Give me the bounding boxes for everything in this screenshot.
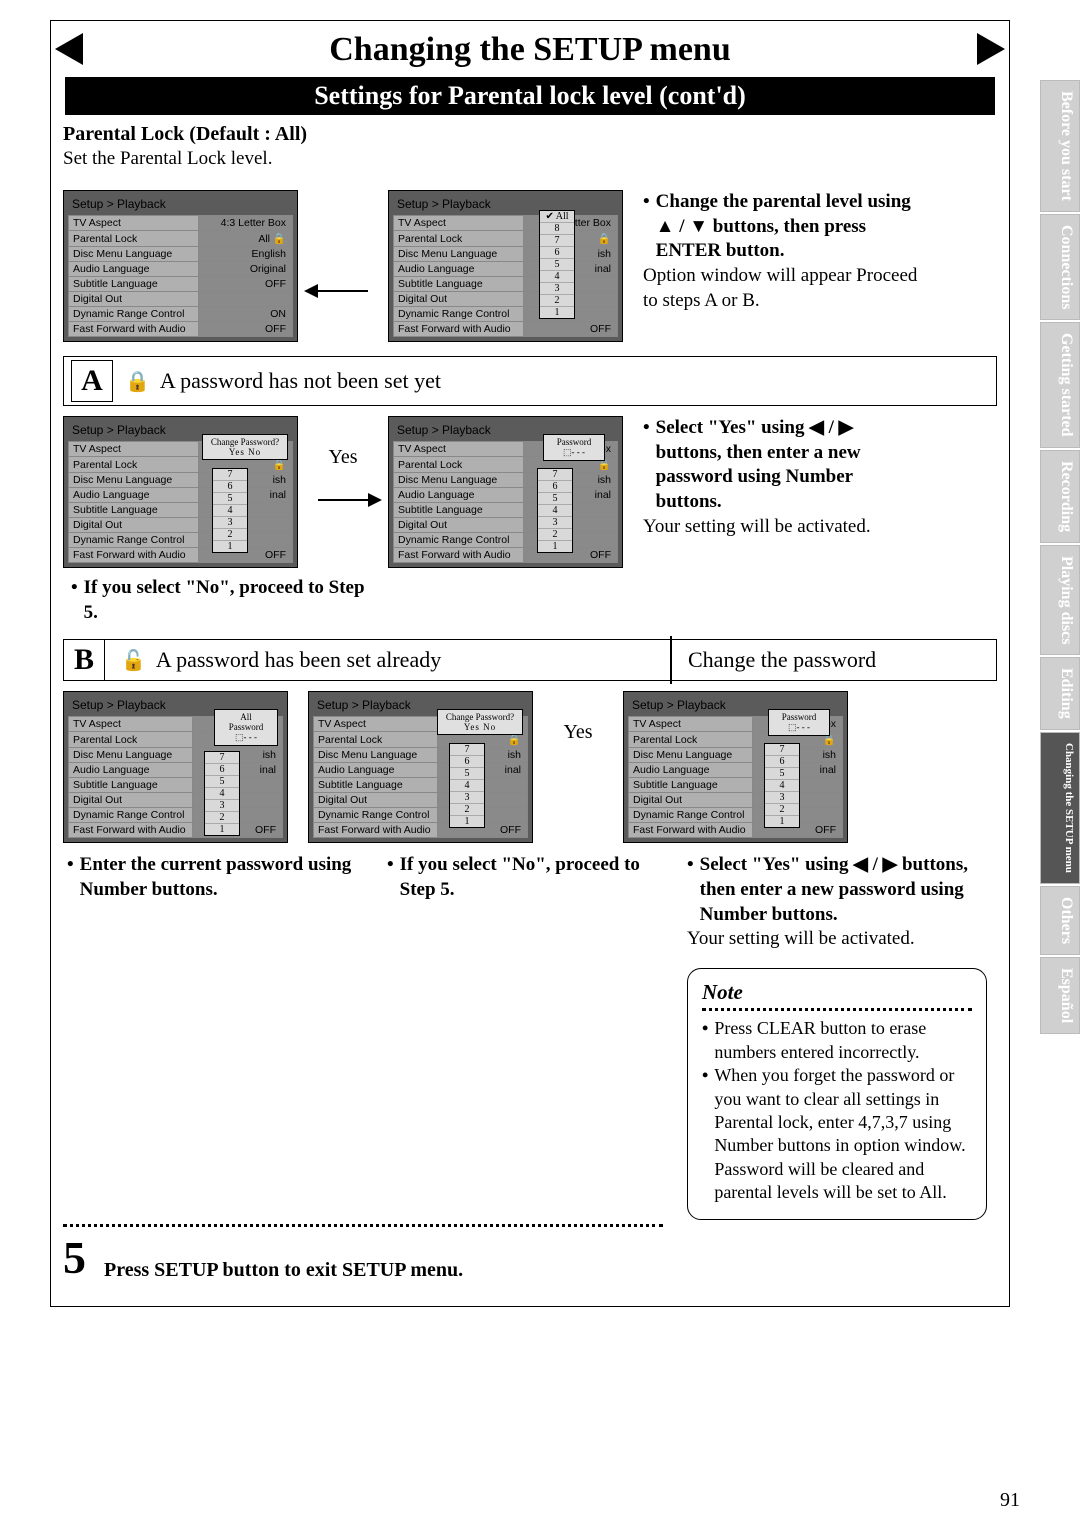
change-pw-popup: Change Password? Yes No	[437, 709, 523, 735]
intro-text: Set the Parental Lock level.	[63, 148, 997, 170]
password-popup: Password ⬚- - -	[543, 434, 605, 461]
side-tabs: Before you start Connections Getting sta…	[1040, 80, 1080, 1036]
instr-no-step5-a: •If you select "No", proceed to Step 5.	[71, 576, 371, 625]
tab-others[interactable]: Others	[1040, 886, 1080, 955]
instr-change-level: •Change the parental level using ▲ / ▼ b…	[643, 190, 923, 264]
tab-setup[interactable]: Changing the SETUP menu	[1040, 732, 1080, 884]
level-dropdown[interactable]: ✔ All87654321	[539, 210, 575, 319]
arrow-left-icon	[318, 190, 368, 292]
banner-left-chevron-icon	[55, 33, 83, 65]
instr-b-mid: •If you select "No", proceed to Step 5.	[387, 853, 667, 902]
tab-rec[interactable]: Recording	[1040, 450, 1080, 543]
instr-b-left: •Enter the current password using Number…	[67, 853, 367, 902]
step-5-text: Press SETUP button to exit SETUP menu.	[104, 1259, 463, 1282]
sub-banner: Settings for Parental lock level (cont'd…	[65, 77, 995, 115]
arrow-right-icon	[318, 499, 368, 501]
section-a-header: A 🔒 A password has not been set yet	[63, 356, 997, 406]
yes-label: Yes	[328, 446, 357, 469]
tab-play[interactable]: Playing discs	[1040, 545, 1080, 655]
level-dropdown-7[interactable]: 7654321	[212, 468, 248, 553]
intro-heading: Parental Lock (Default : All)	[63, 123, 997, 146]
password-popup: Password ⬚- - -	[768, 709, 830, 736]
level-dropdown-7[interactable]: 7654321	[537, 468, 573, 553]
tab-conn[interactable]: Connections	[1040, 214, 1080, 320]
level-dropdown-7[interactable]: 7654321	[204, 751, 240, 836]
instr-option: Option window will appear Proceed to ste…	[643, 264, 923, 313]
tab-before[interactable]: Before you start	[1040, 80, 1080, 212]
page-number: 91	[1000, 1489, 1020, 1512]
setup-box-2: Setup > Playback TV Aspectetter BoxParen…	[388, 190, 623, 342]
step-5-number: 5	[63, 1231, 86, 1284]
lock-icon: 🔒	[125, 369, 150, 394]
level-dropdown-7[interactable]: 7654321	[449, 743, 485, 828]
setup-box-1: Setup > Playback TV Aspect4:3 Letter Box…	[63, 190, 298, 342]
instr-a-activated: Your setting will be activated.	[643, 515, 923, 540]
breadcrumb: Setup > Playback	[72, 197, 289, 211]
tab-start[interactable]: Getting started	[1040, 322, 1080, 448]
instr-b-right2: Your setting will be activated.	[687, 927, 987, 952]
yes-label: Yes	[563, 721, 592, 744]
level-dropdown-7[interactable]: 7654321	[764, 743, 800, 828]
note-title: Note	[702, 979, 972, 1006]
banner-right-chevron-icon	[977, 33, 1005, 65]
breadcrumb: Setup > Playback	[397, 197, 614, 211]
setup-table: TV Aspect4:3 Letter BoxParental LockAll …	[68, 215, 293, 337]
header-divider	[670, 636, 672, 684]
tab-esp[interactable]: Español	[1040, 957, 1080, 1034]
section-a-letter: A	[71, 360, 113, 402]
instr-a-select-yes: •Select "Yes" using ◀ / ▶ buttons, then …	[643, 416, 923, 515]
change-pw-popup: Change Password? Yes No	[202, 434, 288, 460]
section-b-header: B 🔓 A password has been set already Chan…	[63, 639, 997, 681]
section-b-letter: B	[63, 639, 105, 681]
instr-b-right1: •Select "Yes" using ◀ / ▶ buttons, then …	[687, 853, 987, 927]
setup-table: TV Aspectetter BoxParental Lock🔒Disc Men…	[393, 215, 618, 337]
password-popup: All Password ⬚- - -	[214, 709, 278, 746]
unlock-icon: 🔓	[117, 648, 146, 673]
banner-title: Changing the SETUP menu	[59, 27, 1001, 77]
tab-edit[interactable]: Editing	[1040, 657, 1080, 730]
note-box: Note •Press CLEAR button to erase number…	[687, 968, 987, 1219]
